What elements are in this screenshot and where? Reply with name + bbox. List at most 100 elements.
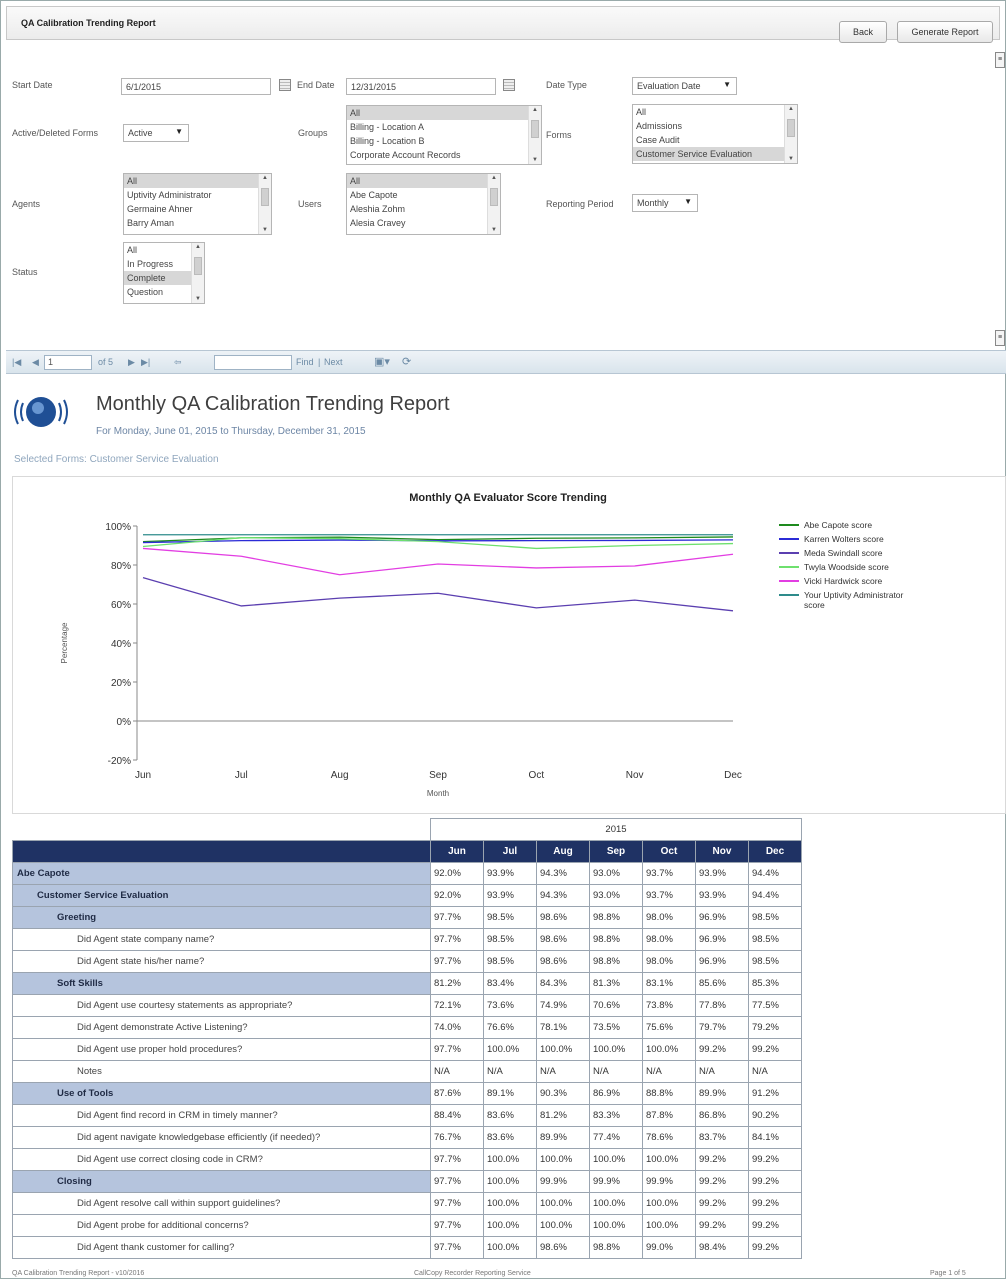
list-item[interactable]: All <box>347 106 541 120</box>
status-listbox[interactable]: All In Progress Complete Question ▲ ▼ <box>123 242 205 304</box>
users-listbox[interactable]: All Abe Capote Aleshia Zohm Alesia Crave… <box>346 173 501 235</box>
reporting-period-value: Monthly <box>637 198 669 208</box>
table-cell: 85.6% <box>695 972 749 995</box>
table-cell: 97.7% <box>430 928 484 951</box>
row-label: Closing <box>12 1170 431 1193</box>
table-cell: 96.9% <box>695 906 749 929</box>
scroll-down-icon[interactable]: ▼ <box>785 156 797 162</box>
scroll-thumb[interactable] <box>194 257 202 275</box>
list-item[interactable]: Uptivity Administrator <box>124 188 271 202</box>
scroll-thumb[interactable] <box>531 120 539 138</box>
table-cell: 98.6% <box>536 906 590 929</box>
end-date-calendar-icon[interactable] <box>503 79 515 91</box>
trend-chart: Monthly QA Evaluator Score Trending 100% 8… <box>60 492 904 798</box>
table-cell: 70.6% <box>589 994 643 1017</box>
agents-listbox[interactable]: All Uptivity Administrator Germaine Ahne… <box>123 173 272 235</box>
reporting-period-select[interactable]: Monthly ▼ <box>632 194 698 212</box>
scroll-up-icon[interactable]: ▲ <box>192 244 204 250</box>
table-cell: N/A <box>589 1060 643 1083</box>
export-icon[interactable]: ▣▾ <box>374 355 390 368</box>
list-item[interactable]: Customer Service Evaluation <box>633 147 797 161</box>
scroll-down-icon[interactable]: ▼ <box>192 296 204 302</box>
list-item[interactable]: Germaine Ahner <box>124 202 271 216</box>
back-button[interactable]: Back <box>839 21 887 43</box>
table-cell: 98.5% <box>483 906 537 929</box>
row-label: Did Agent find record in CRM in timely m… <box>12 1104 431 1127</box>
scrollbar[interactable]: ▲ ▼ <box>258 174 271 234</box>
list-item[interactable]: Admissions <box>633 119 797 133</box>
x-tick-label: Jul <box>235 770 248 781</box>
list-item[interactable]: All <box>347 174 500 188</box>
scroll-up-icon[interactable]: ▲ <box>529 107 541 113</box>
y-tick-label: 80% <box>111 561 131 572</box>
report-viewer-toolbar: |◀ ◀ 1 of 5 ▶ ▶| ⇦ Find | Next ▣▾ ⟳ <box>6 350 1006 374</box>
table-cell: 100.0% <box>642 1214 696 1237</box>
list-item[interactable]: Barry Aman <box>124 216 271 230</box>
page-number-input[interactable]: 1 <box>44 355 92 370</box>
table-cell: 87.8% <box>642 1104 696 1127</box>
table-cell: 100.0% <box>536 1192 590 1215</box>
scroll-thumb[interactable] <box>787 119 795 137</box>
table-row: Did Agent use courtesy statements as app… <box>12 994 802 1017</box>
scroll-thumb[interactable] <box>490 188 498 206</box>
previous-page-icon[interactable]: ◀ <box>32 357 39 368</box>
scrollbar[interactable]: ▲ ▼ <box>487 174 500 234</box>
active-deleted-select[interactable]: Active ▼ <box>123 124 189 142</box>
list-item[interactable]: Case Audit <box>633 133 797 147</box>
next-link[interactable]: Next <box>324 357 343 367</box>
list-item[interactable]: All <box>124 174 271 188</box>
month-header-blank <box>12 840 431 863</box>
table-cell: 100.0% <box>483 1038 537 1061</box>
scroll-down-icon[interactable]: ▼ <box>259 227 271 233</box>
table-cell: 84.3% <box>536 972 590 995</box>
scroll-up-icon[interactable]: ▲ <box>785 106 797 112</box>
forms-listbox[interactable]: All Admissions Case Audit Customer Servi… <box>632 104 798 164</box>
table-row: Notes N/A N/A N/A N/A N/A N/A N/A <box>12 1060 802 1083</box>
list-item[interactable]: Aleshia Zohm <box>347 202 500 216</box>
refresh-icon[interactable]: ⟳ <box>402 355 411 368</box>
table-cell: 74.0% <box>430 1016 484 1039</box>
scrollbar[interactable]: ▲ ▼ <box>528 106 541 164</box>
list-item[interactable]: Billing - Location A <box>347 120 541 134</box>
back-to-parent-icon[interactable]: ⇦ <box>174 357 182 368</box>
last-page-icon[interactable]: ▶| <box>141 357 150 368</box>
table-cell: 100.0% <box>589 1192 643 1215</box>
table-row: Did Agent use correct closing code in CR… <box>12 1148 802 1171</box>
date-type-select[interactable]: Evaluation Date ▼ <box>632 77 737 95</box>
table-cell: 79.2% <box>748 1016 802 1039</box>
list-item[interactable]: Abe Capote <box>347 188 500 202</box>
generate-report-button[interactable]: Generate Report <box>897 21 993 43</box>
y-tick-label: 40% <box>111 639 131 650</box>
find-link[interactable]: Find <box>296 357 314 367</box>
start-date-calendar-icon[interactable] <box>279 79 291 91</box>
list-item[interactable]: Billing - Location B <box>347 134 541 148</box>
year-header: 2015 <box>430 818 802 841</box>
list-item[interactable]: Alesia Cravey <box>347 216 500 230</box>
row-label: Did agent navigate knowledgebase efficie… <box>12 1126 431 1149</box>
table-cell: N/A <box>483 1060 537 1083</box>
table-row: Soft Skills 81.2% 83.4% 84.3% 81.3% 83.1% 85.6… <box>12 972 802 995</box>
table-cell: 100.0% <box>536 1148 590 1171</box>
table-cell: 76.6% <box>483 1016 537 1039</box>
scrollbar[interactable]: ▲ ▼ <box>191 243 204 303</box>
scroll-down-icon[interactable]: ▼ <box>529 157 541 163</box>
find-text-input[interactable] <box>214 355 292 370</box>
groups-listbox[interactable]: All Billing - Location A Billing - Locat… <box>346 105 542 165</box>
table-cell: 100.0% <box>642 1038 696 1061</box>
next-page-icon[interactable]: ▶ <box>128 357 135 368</box>
end-date-input[interactable]: 12/31/2015 <box>346 78 496 95</box>
scroll-thumb[interactable] <box>261 188 269 206</box>
collapse-parameters-icon[interactable]: ≡ <box>995 52 1005 68</box>
list-item[interactable]: All <box>633 105 797 119</box>
collapse-toolbar-icon[interactable]: ≡ <box>995 330 1005 346</box>
scrollbar[interactable]: ▲ ▼ <box>784 105 797 163</box>
first-page-icon[interactable]: |◀ <box>12 357 21 368</box>
table-cell: 99.2% <box>748 1214 802 1237</box>
scroll-down-icon[interactable]: ▼ <box>488 227 500 233</box>
scroll-up-icon[interactable]: ▲ <box>488 175 500 181</box>
table-cell: 100.0% <box>483 1214 537 1237</box>
list-item[interactable]: Corporate Account Records <box>347 148 541 162</box>
scroll-up-icon[interactable]: ▲ <box>259 175 271 181</box>
start-date-input[interactable]: 6/1/2015 <box>121 78 271 95</box>
table-cell: 78.1% <box>536 1016 590 1039</box>
